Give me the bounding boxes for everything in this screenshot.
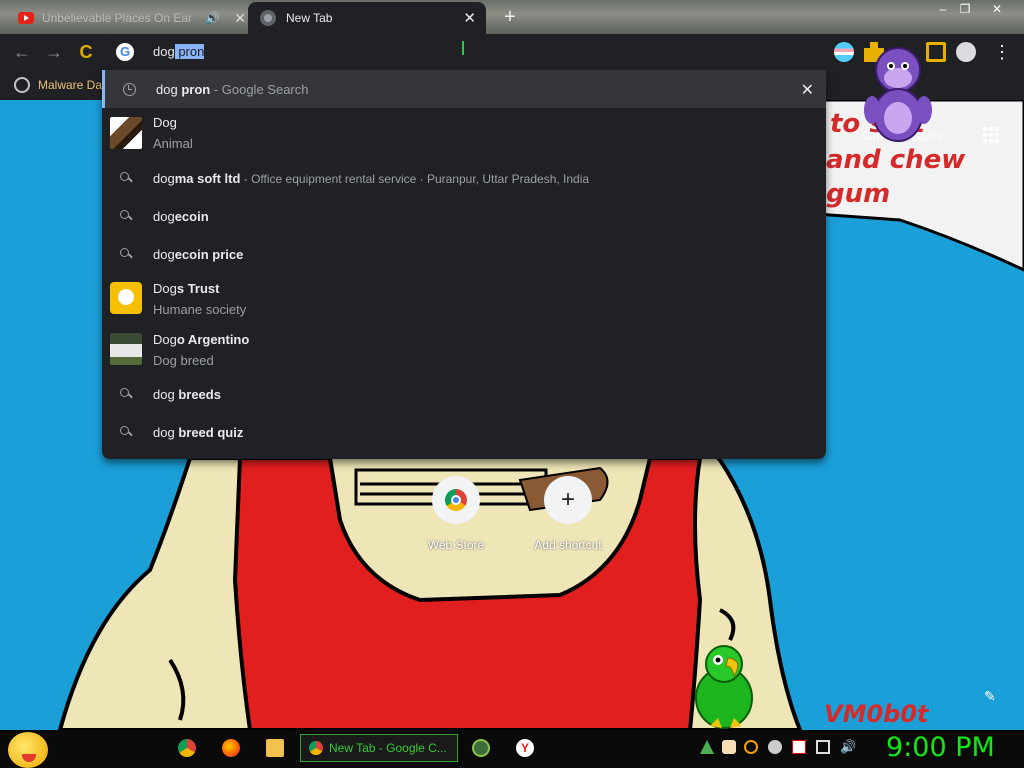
- back-button[interactable]: ←: [12, 42, 32, 62]
- suggestion-subtitle: Humane society: [153, 302, 247, 317]
- restore-button[interactable]: ❐: [956, 2, 974, 16]
- remove-suggestion-icon[interactable]: ✕: [801, 80, 814, 100]
- minimize-button[interactable]: –: [934, 2, 952, 16]
- shortcut-label: Add shortcut: [534, 538, 602, 552]
- close-tab-icon[interactable]: ✕: [234, 10, 246, 27]
- tray-network-icon[interactable]: [816, 740, 830, 754]
- suggestion-search[interactable]: dog breeds: [102, 378, 826, 410]
- app-launcher-icon[interactable]: [472, 739, 490, 757]
- close-tab-icon[interactable]: ✕: [463, 9, 476, 27]
- tab-title: New Tab: [286, 11, 333, 25]
- suggestion-search[interactable]: dogecoin: [102, 200, 826, 232]
- bookmark-item[interactable]: Malware Da: [38, 78, 102, 92]
- search-icon: [110, 416, 142, 448]
- menu-dots-icon[interactable]: ⋮: [992, 42, 1012, 62]
- suggestion-text: dog pron - Google Search: [156, 82, 309, 97]
- customize-pencil-icon[interactable]: ✎: [984, 688, 996, 705]
- tray-volume-icon[interactable]: 🔊: [840, 740, 856, 754]
- system-tray: 🔊: [700, 738, 860, 758]
- forward-button[interactable]: →: [44, 42, 64, 62]
- tray-search-icon[interactable]: [744, 740, 758, 754]
- close-window-button[interactable]: ✕: [988, 2, 1006, 16]
- suggestion-text: Dogo Argentino: [153, 332, 250, 347]
- globe-icon: [14, 77, 30, 93]
- taskbar: New Tab - Google C... Y 🔊 9:00 PM: [0, 730, 1024, 768]
- chrome-icon: [309, 741, 323, 755]
- tray-app-icon[interactable]: [722, 740, 736, 754]
- bonzi-buddy-icon[interactable]: [858, 40, 938, 150]
- reload-button[interactable]: C: [76, 42, 96, 62]
- shortcut-add[interactable]: + Add shortcut: [520, 476, 616, 552]
- tray-tree-icon[interactable]: [700, 740, 714, 754]
- suggestion-entity[interactable]: Dogo Argentino Dog breed: [102, 327, 826, 373]
- watermark-text: VM0b0t: [824, 700, 929, 728]
- suggestion-text: dogecoin price: [153, 247, 244, 262]
- profile-avatar-icon[interactable]: [956, 42, 976, 62]
- google-icon: G: [116, 43, 134, 61]
- search-icon: [110, 162, 142, 194]
- parrot-icon: [695, 645, 753, 729]
- suggestion-entity[interactable]: Dogs Trust Humane society: [102, 276, 826, 322]
- suggestion-search[interactable]: dogecoin price: [102, 238, 826, 270]
- typed-text: dog: [153, 44, 175, 59]
- suggestion-text: dogma soft ltd - Office equipment rental…: [153, 171, 590, 186]
- folder-launcher-icon[interactable]: [266, 739, 284, 757]
- audio-playing-icon[interactable]: 🔊: [205, 11, 220, 25]
- web-store-icon: [432, 476, 480, 524]
- dogs-trust-logo: [110, 282, 142, 314]
- new-tab-button[interactable]: +: [500, 6, 520, 29]
- chrome-launcher-icon[interactable]: [178, 739, 196, 757]
- suggestion-text: Dog: [153, 115, 177, 130]
- suggestion-history[interactable]: dog pron - Google Search ✕: [102, 70, 826, 108]
- dog-thumbnail: [110, 117, 142, 149]
- yandex-launcher-icon[interactable]: Y: [516, 739, 534, 757]
- chrome-tab-icon: [260, 10, 276, 26]
- tab-youtube[interactable]: Unbelievable Places On Ear 🔊 ✕: [6, 2, 246, 34]
- history-clock-icon: [113, 73, 145, 105]
- suggestion-entity[interactable]: Dog Animal: [102, 110, 826, 156]
- tab-title: Unbelievable Places On Ear: [41, 11, 192, 25]
- address-input[interactable]: dog pron: [153, 44, 205, 59]
- suggestion-subtitle: Animal: [153, 136, 193, 151]
- taskbar-window-chrome[interactable]: New Tab - Google C...: [300, 734, 458, 762]
- suggestion-subtitle: Dog breed: [153, 353, 214, 368]
- suggestion-text: dog breeds: [153, 387, 221, 402]
- suggestion-search[interactable]: dogma soft ltd - Office equipment rental…: [102, 162, 826, 194]
- tray-status-icon[interactable]: [768, 740, 782, 754]
- suggestion-text: dogecoin: [153, 209, 209, 224]
- suggestion-text: dog breed quiz: [153, 425, 244, 440]
- plus-icon: +: [544, 476, 592, 524]
- tab-new-tab[interactable]: New Tab ✕: [248, 2, 486, 34]
- search-icon: [110, 238, 142, 270]
- dogo-argentino-thumbnail: [110, 333, 142, 365]
- bubble-text-3: gum: [826, 179, 890, 209]
- apps-grid-icon[interactable]: [982, 126, 1000, 144]
- tab-strip: Unbelievable Places On Ear 🔊 ✕ New Tab ✕…: [0, 0, 1024, 34]
- shortcut-label: Web Store: [427, 538, 485, 552]
- start-button[interactable]: [8, 732, 48, 768]
- shortcut-web-store[interactable]: Web Store: [408, 476, 504, 552]
- profile-flag-icon[interactable]: [834, 42, 854, 62]
- suggestion-search[interactable]: dog breed quiz: [102, 416, 826, 448]
- search-icon: [110, 200, 142, 232]
- omnibox-suggestions: dog pron - Google Search ✕ Dog Animal do…: [102, 70, 826, 459]
- tray-flag-icon[interactable]: [792, 740, 806, 754]
- search-icon: [110, 378, 142, 410]
- taskbar-window-title: New Tab - Google C...: [329, 741, 447, 755]
- address-bar[interactable]: G dog pron I: [102, 34, 826, 70]
- suggestion-text: Dogs Trust: [153, 281, 220, 296]
- firefox-launcher-icon[interactable]: [222, 739, 240, 757]
- youtube-icon: [18, 12, 34, 24]
- text-cursor-icon: I: [460, 38, 466, 60]
- taskbar-clock[interactable]: 9:00 PM: [886, 732, 995, 763]
- autocomplete-selection: pron: [174, 44, 205, 59]
